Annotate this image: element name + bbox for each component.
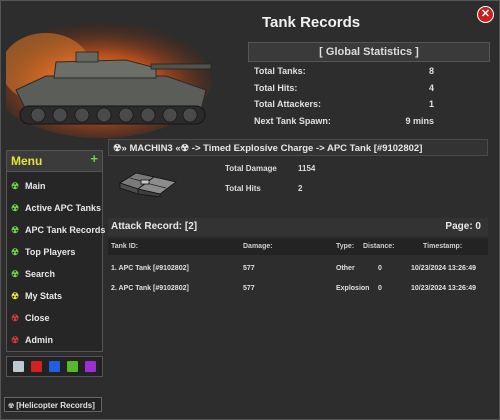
menu-item-top-players[interactable]: ☢ Top Players bbox=[11, 247, 75, 258]
attack-table-header: Tank ID: Damage: Type: Distance: Timesta… bbox=[108, 238, 488, 255]
total-hits-value: 2 bbox=[298, 184, 303, 193]
menu-item-label: Active APC Tanks bbox=[25, 203, 102, 213]
menu-item-search[interactable]: ☢ Search bbox=[11, 269, 55, 280]
stat-value-next-spawn: 9 mins bbox=[405, 116, 434, 126]
radiation-icon: ☢ bbox=[11, 247, 20, 257]
radiation-icon: ☢ bbox=[11, 225, 20, 235]
theme-swatch-purple[interactable] bbox=[84, 360, 97, 373]
row-timestamp: 10/23/2024 13:26:49 bbox=[411, 285, 476, 292]
menu-item-label: Close bbox=[25, 313, 50, 323]
helicopter-records-button[interactable]: ☢ [Helicopter Records] bbox=[4, 397, 102, 412]
menu-item-label: APC Tank Records bbox=[25, 225, 106, 235]
col-damage: Damage: bbox=[243, 243, 273, 250]
row-timestamp: 10/23/2024 13:26:49 bbox=[411, 265, 476, 272]
theme-swatch-red[interactable] bbox=[30, 360, 43, 373]
menu-item-active-apc-tanks[interactable]: ☢ Active APC Tanks bbox=[11, 203, 101, 214]
add-icon[interactable]: + bbox=[90, 151, 98, 166]
menu-item-label: Main bbox=[25, 181, 46, 191]
row-tank-id: 1. APC Tank [#9102802] bbox=[111, 265, 189, 272]
total-damage-value: 1154 bbox=[298, 164, 316, 173]
menu-header: Menu + bbox=[7, 151, 102, 172]
row-distance: 0 bbox=[378, 265, 382, 272]
page-indicator: Page: 0 bbox=[445, 221, 481, 232]
radiation-icon: ☢ bbox=[11, 269, 20, 279]
row-tank-id: 2. APC Tank [#9102802] bbox=[111, 285, 189, 292]
stat-value-total-attackers: 1 bbox=[428, 99, 434, 109]
stat-value-total-hits: 4 bbox=[428, 83, 434, 93]
row-type: Other bbox=[336, 265, 355, 272]
radiation-icon: ☢ bbox=[11, 203, 20, 213]
menu-title: Menu bbox=[11, 154, 43, 168]
stat-value-total-tanks: 8 bbox=[428, 66, 434, 76]
global-stats-header: [ Global Statistics ] bbox=[248, 42, 490, 62]
radiation-icon: ☢ bbox=[8, 403, 17, 410]
theme-swatch-green[interactable] bbox=[66, 360, 79, 373]
menu-item-admin[interactable]: ☢ Admin bbox=[11, 335, 53, 346]
tank-illustration bbox=[6, 18, 221, 138]
col-tank-id: Tank ID: bbox=[111, 243, 139, 250]
theme-swatch-gray[interactable] bbox=[12, 360, 25, 373]
row-distance: 0 bbox=[378, 285, 382, 292]
window-title: Tank Records bbox=[262, 14, 361, 31]
menu-item-label: Top Players bbox=[25, 247, 76, 257]
explosive-charge-icon bbox=[119, 172, 177, 197]
row-damage: 577 bbox=[243, 265, 255, 272]
radiation-icon: ☢ bbox=[11, 313, 20, 323]
record-header: ☢» MACHIN3 «☢ -> Timed Explosive Charge … bbox=[108, 139, 488, 156]
menu-item-apc-tank-records[interactable]: ☢ APC Tank Records bbox=[11, 225, 105, 236]
col-distance: Distance: bbox=[363, 243, 395, 250]
attack-record-bar: Attack Record: [2] Page: 0 bbox=[108, 218, 488, 236]
menu-item-main[interactable]: ☢ Main bbox=[11, 181, 46, 192]
col-timestamp: Timestamp: bbox=[423, 243, 463, 250]
helicopter-records-label: [Helicopter Records] bbox=[16, 401, 95, 410]
col-type: Type: bbox=[336, 243, 355, 250]
menu-item-label: Search bbox=[25, 269, 56, 279]
total-damage-label: Total Damage bbox=[225, 164, 277, 173]
menu-item-close[interactable]: ☢ Close bbox=[11, 313, 50, 324]
table-row: 1. APC Tank [#9102802] 577 Other 0 10/23… bbox=[108, 260, 488, 278]
radiation-icon: ☢ bbox=[11, 291, 20, 301]
menu-item-label: Admin bbox=[25, 335, 53, 345]
radiation-icon: ☢ bbox=[11, 335, 20, 345]
close-icon[interactable]: ✕ bbox=[477, 6, 494, 23]
table-row: 2. APC Tank [#9102802] 577 Explosion 0 1… bbox=[108, 280, 488, 298]
attack-record-label: Attack Record: [2] bbox=[111, 221, 198, 232]
theme-swatch-blue[interactable] bbox=[48, 360, 61, 373]
menu-item-my-stats[interactable]: ☢ My Stats bbox=[11, 291, 62, 302]
radiation-icon: ☢ bbox=[11, 181, 20, 191]
total-hits-label: Total Hits bbox=[225, 184, 261, 193]
menu-item-label: My Stats bbox=[25, 291, 63, 301]
side-menu: Menu + ☢ Main ☢ Active APC Tanks ☢ APC Tank… bbox=[6, 150, 105, 352]
theme-swatches bbox=[6, 356, 103, 377]
row-type: Explosion bbox=[336, 285, 370, 292]
row-damage: 577 bbox=[243, 285, 255, 292]
